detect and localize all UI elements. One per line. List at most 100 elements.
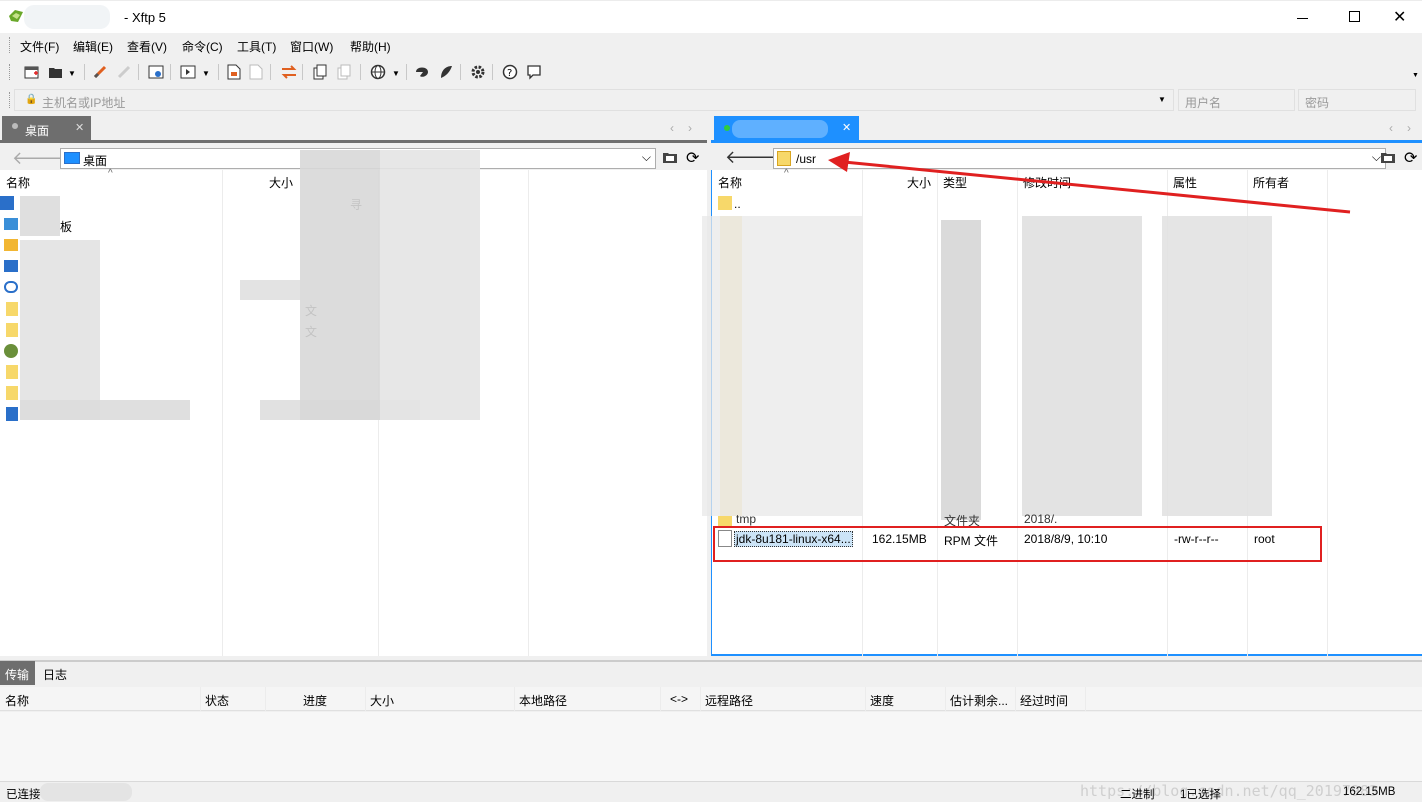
partial-name-text: 板 <box>60 220 73 234</box>
svg-text:?: ? <box>507 68 512 79</box>
menu-help[interactable]: 帮助(H) <box>350 38 391 55</box>
status-selection: 1已选择 <box>1180 789 1221 801</box>
gear-icon[interactable] <box>468 62 488 82</box>
col-status[interactable]: 状态 <box>205 692 229 709</box>
tab-local-desktop[interactable]: 桌面 ✕ <box>2 116 91 142</box>
remote-path-text: /usr <box>796 152 817 166</box>
redacted-block <box>1022 216 1142 516</box>
refresh-icon[interactable]: ⟳ <box>686 148 699 168</box>
tab-scroll-right-icon[interactable]: › <box>1407 121 1411 135</box>
col-speed[interactable]: 速度 <box>870 692 894 709</box>
password-placeholder: 密码 <box>1305 96 1330 110</box>
terminal-dropdown-icon[interactable]: ▼ <box>202 69 210 78</box>
help-icon[interactable]: ? <box>500 62 520 82</box>
col-name[interactable]: 名称 <box>712 170 742 192</box>
redacted-block <box>240 280 300 300</box>
refresh-icon[interactable]: ⟳ <box>1404 148 1417 168</box>
username-input[interactable]: 用户名 <box>1178 89 1295 111</box>
toolbar-separator <box>138 64 139 80</box>
tab-scroll-left-icon[interactable]: ‹ <box>670 121 674 135</box>
col-name[interactable]: 名称 <box>5 692 29 709</box>
host-dropdown-icon[interactable]: ▼ <box>1158 95 1166 104</box>
parent-dir-label[interactable]: .. <box>734 197 741 211</box>
new-session-icon[interactable] <box>22 62 42 82</box>
col-size[interactable]: 大小 <box>263 170 293 192</box>
open-dropdown-icon[interactable]: ▼ <box>68 69 76 78</box>
tab-close-icon[interactable]: ✕ <box>75 121 84 134</box>
password-input[interactable]: 密码 <box>1298 89 1416 111</box>
computer-icon <box>0 196 14 210</box>
copy-icon[interactable] <box>310 62 330 82</box>
transfer-list[interactable] <box>0 712 1422 781</box>
menu-grip <box>9 37 11 53</box>
close-window-button[interactable]: ✕ <box>1393 7 1406 27</box>
redacted-block <box>1162 216 1272 516</box>
annotation-red-box <box>713 526 1322 562</box>
menu-view[interactable]: 查看(V) <box>127 38 167 55</box>
sort-asc-icon: ^ <box>784 168 789 179</box>
path-dropdown-icon[interactable]: ⌵ <box>642 150 651 165</box>
xshell-icon[interactable] <box>412 62 432 82</box>
host-input[interactable]: 🔒 主机名或IP地址 ▼ <box>14 89 1174 111</box>
connected-dot-icon <box>724 125 730 131</box>
toolbar-overflow-icon[interactable]: ▼ <box>1412 72 1419 79</box>
col-eta[interactable]: 估计剩余... <box>950 692 1008 709</box>
download-file-icon[interactable] <box>246 62 266 82</box>
share-icon <box>4 260 18 272</box>
open-folder-icon[interactable] <box>46 62 66 82</box>
redacted-block <box>941 220 981 520</box>
terminal-icon[interactable] <box>178 62 198 82</box>
menu-window[interactable]: 窗口(W) <box>290 38 333 55</box>
paste-icon[interactable] <box>334 62 354 82</box>
disconnect-icon[interactable] <box>114 62 134 82</box>
tab-remote-session[interactable]: ✕ <box>714 116 859 142</box>
toolbar-separator <box>84 64 85 80</box>
connect-icon[interactable] <box>90 62 110 82</box>
maximize-button[interactable] <box>1349 11 1360 22</box>
col-progress[interactable]: 进度 <box>303 692 327 709</box>
menu-edit[interactable]: 编辑(E) <box>73 38 113 55</box>
script-icon[interactable] <box>436 62 456 82</box>
properties-icon[interactable] <box>146 62 166 82</box>
toolbar-separator <box>302 64 303 80</box>
col-size[interactable]: 大小 <box>370 692 394 709</box>
toolbar-separator <box>360 64 361 80</box>
col-elapsed[interactable]: 经过时间 <box>1020 692 1068 709</box>
user-icon <box>4 344 18 358</box>
col-name[interactable]: 名称 <box>0 170 30 192</box>
col-local-path[interactable]: 本地路径 <box>519 692 567 709</box>
globe-dropdown-icon[interactable]: ▼ <box>392 69 400 78</box>
remote-tab-strip: ✕ ‹ › <box>711 116 1422 143</box>
local-file-list[interactable]: 名称 ^ 大小 板 寻 文 文 <box>0 150 707 656</box>
transfer-panel: 传输 日志 名称 状态 进度 大小 本地路径 <-> 远程路径 速度 估计剩余.… <box>0 657 1422 781</box>
partial-row-name[interactable]: tmp <box>736 512 756 526</box>
menu-command[interactable]: 命令(C) <box>182 38 223 55</box>
tab-transfer-label: 传输 <box>5 668 30 682</box>
tab-scroll-right-icon[interactable]: › <box>688 121 692 135</box>
folder-icon <box>718 196 732 210</box>
upload-file-icon[interactable] <box>224 62 244 82</box>
tab-log[interactable]: 日志 <box>43 666 67 683</box>
menu-tools[interactable]: 工具(T) <box>237 38 276 55</box>
status-mode: 二进制 <box>1120 789 1155 801</box>
remote-file-list[interactable]: 名称 ^ 大小 类型 修改时间 属性 所有者 .. tmp 文件夹 2018/.… <box>702 168 1422 656</box>
folder-up-icon[interactable] <box>662 150 678 164</box>
menu-file[interactable]: 文件(F) <box>20 38 59 55</box>
cloud-icon <box>4 281 18 293</box>
globe-icon[interactable] <box>368 62 388 82</box>
folder-up-icon[interactable] <box>1380 150 1396 164</box>
tab-transfer[interactable]: 传输 <box>0 661 35 685</box>
sync-icon[interactable] <box>279 62 299 82</box>
col-direction[interactable]: <-> <box>670 692 688 706</box>
minimize-button[interactable] <box>1297 11 1317 25</box>
tab-close-icon[interactable]: ✕ <box>842 121 851 134</box>
tab-scroll-left-icon[interactable]: ‹ <box>1389 121 1393 135</box>
redacted-block <box>20 240 100 420</box>
window-title: - Xftp 5 <box>124 10 166 25</box>
desktop-icon <box>64 152 80 164</box>
toolbar-separator <box>170 64 171 80</box>
toolbar-separator <box>460 64 461 80</box>
feedback-icon[interactable] <box>524 62 544 82</box>
status-connection: 已连接 <box>6 789 41 801</box>
col-remote-path[interactable]: 远程路径 <box>705 692 753 709</box>
